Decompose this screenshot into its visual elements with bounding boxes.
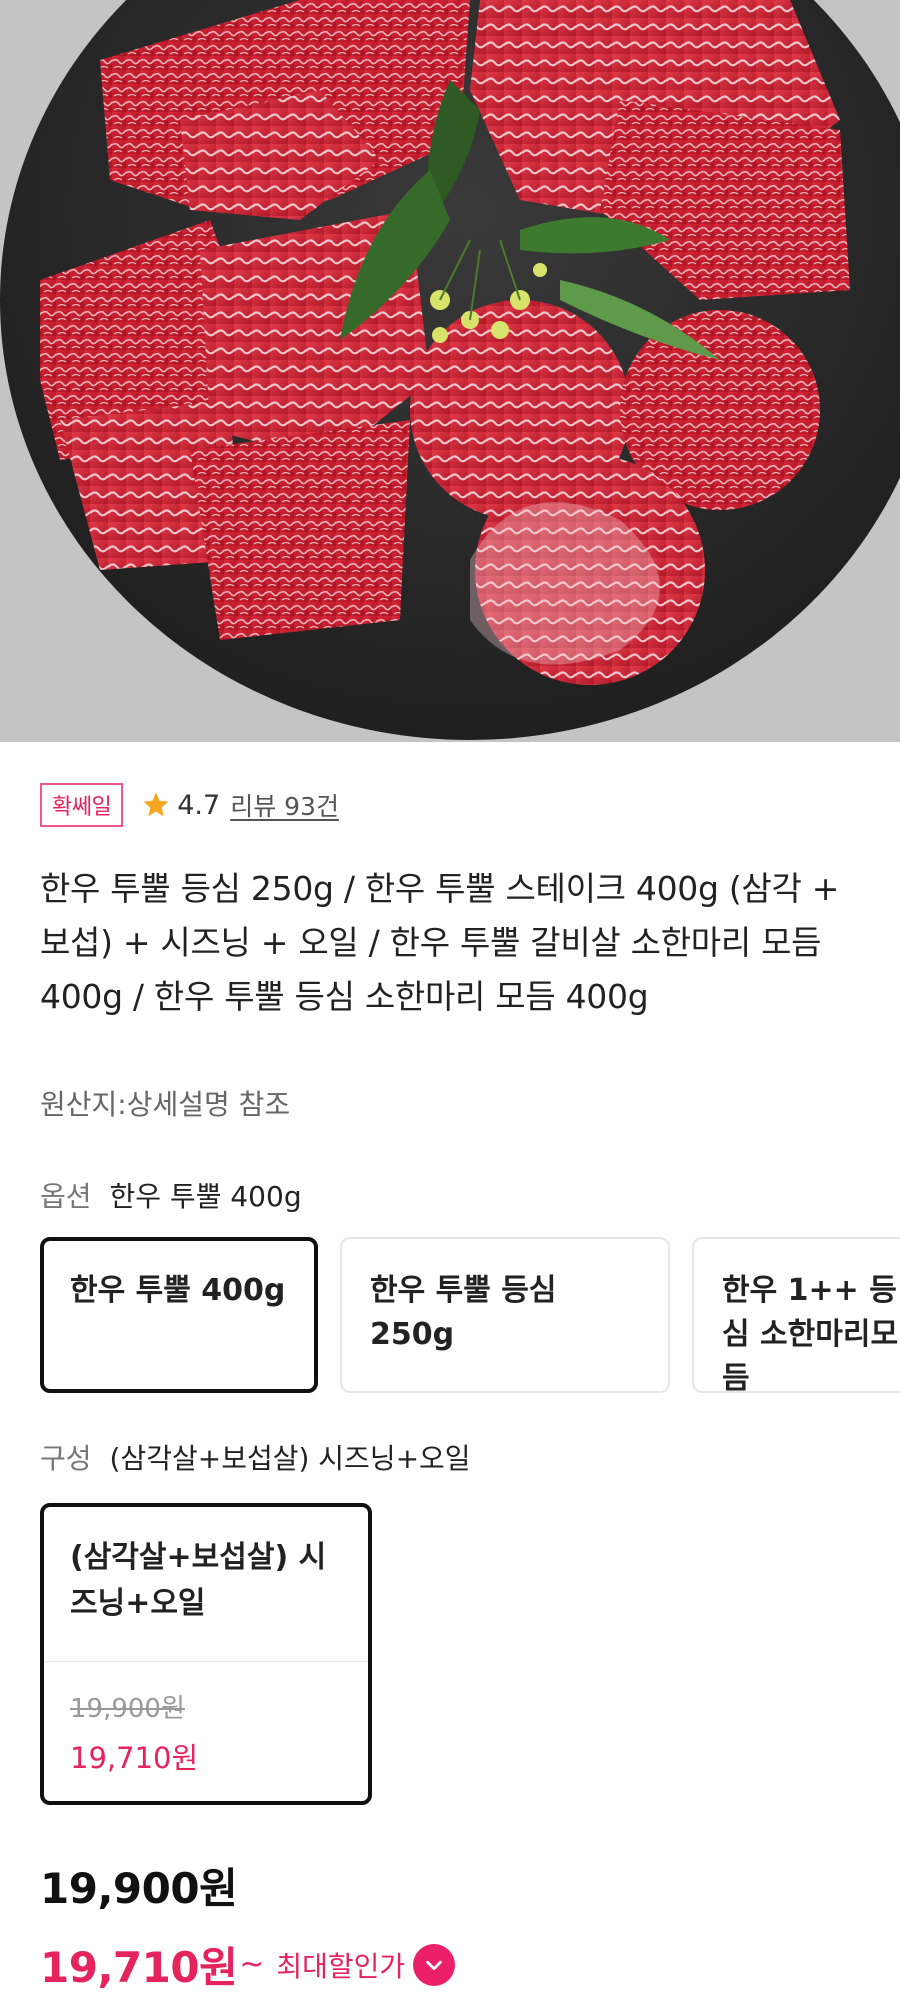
config-label: 구성 — [40, 1442, 92, 1475]
config-card-original-price: 19,900원 — [70, 1694, 185, 1724]
option-label: 옵션 — [40, 1180, 92, 1213]
rating-row: 확쎄일 4.7 리뷰 93건 — [40, 782, 339, 828]
config-summary: 구성 (삼각살+보섭살) 시즈닝+오일 — [40, 1437, 471, 1477]
price-sale: 19,710원 — [40, 1943, 238, 1992]
price-sale-row: 19,710원 ~ 최대할인가 — [40, 1934, 456, 1995]
star-icon — [141, 790, 171, 820]
product-title: 한우 투뿔 등심 250g / 한우 투뿔 스테이크 400g (삼각 + 보섭… — [40, 869, 840, 1016]
config-selected-value: (삼각살+보섭살) 시즈닝+오일 — [109, 1442, 471, 1475]
review-count-link[interactable]: 리뷰 93건 — [230, 787, 339, 823]
option-card-1[interactable]: 한우 투뿔 400g — [40, 1237, 318, 1393]
product-image[interactable] — [0, 0, 900, 742]
sale-badge: 확쎄일 — [40, 783, 124, 827]
price-block: 19,900원 19,710원 ~ 최대할인가 — [40, 1855, 456, 1995]
option-card-2[interactable]: 한우 투뿔 등심 250g — [340, 1237, 670, 1393]
option-summary: 옵션 한우 투뿔 400g — [40, 1175, 302, 1215]
config-card-sale-price: 19,710원 — [70, 1741, 199, 1775]
max-discount-label[interactable]: 최대할인가 — [276, 1945, 405, 1985]
price-original: 19,900원 — [40, 1864, 238, 1913]
chevron-down-icon[interactable] — [413, 1943, 456, 1986]
origin-info: 원산지:상세설명 참조 — [40, 1088, 291, 1121]
option-card-3[interactable]: 한우 1++ 등심 소한마리모듬 — [692, 1237, 900, 1393]
rating-value: 4.7 — [177, 789, 221, 821]
config-card[interactable]: (삼각살+보섭살) 시즈닝+오일 19,900원 19,710원 — [40, 1503, 372, 1805]
config-card-name: (삼각살+보섭살) 시즈닝+오일 — [70, 1540, 327, 1621]
price-tilde: ~ — [239, 1947, 265, 1982]
option-selected-value: 한우 투뿔 400g — [109, 1180, 302, 1213]
